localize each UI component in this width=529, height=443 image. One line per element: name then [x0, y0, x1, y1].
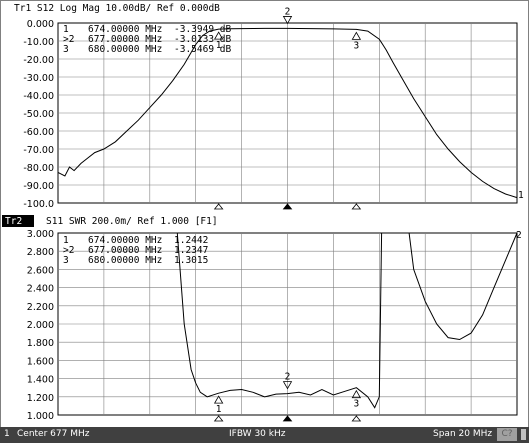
y-tick-label: 2.600: [27, 265, 54, 276]
trace1-end-marker: 1: [518, 190, 524, 201]
marker-value: -3.5469 dB: [174, 44, 231, 55]
stimulus-marker-icon[interactable]: [213, 203, 224, 210]
center-frequency[interactable]: Center 677 MHz: [17, 429, 89, 439]
trace1-marker-table: 1 674.00000 MHz -3.3949 dB>2 677.00000 MHz -…: [63, 24, 231, 55]
stimulus-marker-icon[interactable]: [351, 203, 362, 210]
y-tick-label: -70.00: [23, 145, 54, 156]
y-tick-label: 1.000: [27, 411, 54, 422]
y-tick-label: 1.800: [27, 338, 54, 349]
marker-glyph-label: 1: [216, 404, 222, 415]
marker-glyph-label: 2: [285, 372, 291, 383]
marker-frequency: 680.00000 MHz: [88, 255, 162, 266]
trace1-y-ticks: 0.000 -10.00 -20.00 -30.00 -40.00 -50.00 -60.0…: [23, 19, 54, 210]
y-tick-label: 2.400: [27, 284, 54, 295]
ifbw-setting[interactable]: IFBW 30 kHz: [229, 429, 285, 439]
y-tick-label: 2.000: [27, 320, 54, 331]
trace2-header: S11 SWR 200.0m/ Ref 1.000 [F1]: [46, 216, 218, 227]
y-tick-label: -90.00: [23, 181, 54, 192]
channel-indicator[interactable]: 1: [4, 429, 10, 439]
y-tick-label: -100.0: [23, 199, 54, 210]
marker-glyph-label: 3: [353, 399, 359, 410]
y-tick-label: -80.00: [23, 163, 54, 174]
y-tick-label: 2.800: [27, 247, 54, 258]
stimulus-marker-icon[interactable]: [282, 415, 293, 422]
trace2-bottom-marker-row: [213, 415, 362, 422]
y-tick-label: 1.600: [27, 356, 54, 367]
marker-glyph-label: 1: [216, 40, 222, 51]
y-tick-label: -10.00: [23, 37, 54, 48]
cc-indicator: C?: [497, 428, 517, 441]
y-tick-label: 1.400: [27, 375, 54, 386]
y-tick-label: -50.00: [23, 109, 54, 120]
menu-indicator[interactable]: [521, 429, 526, 440]
y-tick-label: 0.000: [27, 19, 54, 30]
marker-triangle-icon[interactable]: [282, 16, 293, 25]
y-tick-label: -40.00: [23, 91, 54, 102]
marker-number[interactable]: 3: [63, 44, 69, 55]
y-tick-label: 3.000: [27, 229, 54, 240]
y-tick-label: 2.200: [27, 302, 54, 313]
stimulus-marker-icon[interactable]: [351, 415, 362, 422]
marker-value: 1.3015: [174, 255, 208, 266]
stimulus-marker-icon[interactable]: [282, 203, 293, 210]
trace1-bottom-marker-row: [213, 203, 362, 210]
trace2-end-marker: 2: [516, 230, 522, 241]
span-setting[interactable]: Span 20 MHz: [433, 429, 492, 439]
marker-glyph-label: 2: [285, 6, 291, 17]
trace2-tag[interactable]: Tr2: [5, 216, 22, 227]
marker-frequency: 680.00000 MHz: [88, 44, 162, 55]
y-tick-label: 1.200: [27, 393, 54, 404]
y-tick-label: -30.00: [23, 73, 54, 84]
stimulus-marker-icon[interactable]: [213, 415, 224, 422]
analyzer-charts: Tr1 S12 Log Mag 10.00dB/ Ref 0.000dB 0.0…: [2, 3, 524, 422]
trace2-y-ticks: 3.000 2.800 2.600 2.400 2.200 2.000 1.800 1.600…: [27, 229, 54, 422]
trace1-header: Tr1 S12 Log Mag 10.00dB/ Ref 0.000dB: [14, 3, 220, 14]
marker-glyph-label: 3: [353, 40, 359, 51]
status-bar: 1 Center 677 MHz IFBW 30 kHz Span 20 MHz…: [0, 427, 529, 443]
y-tick-label: -60.00: [23, 127, 54, 138]
marker-number[interactable]: 3: [63, 255, 69, 266]
y-tick-label: -20.00: [23, 55, 54, 66]
